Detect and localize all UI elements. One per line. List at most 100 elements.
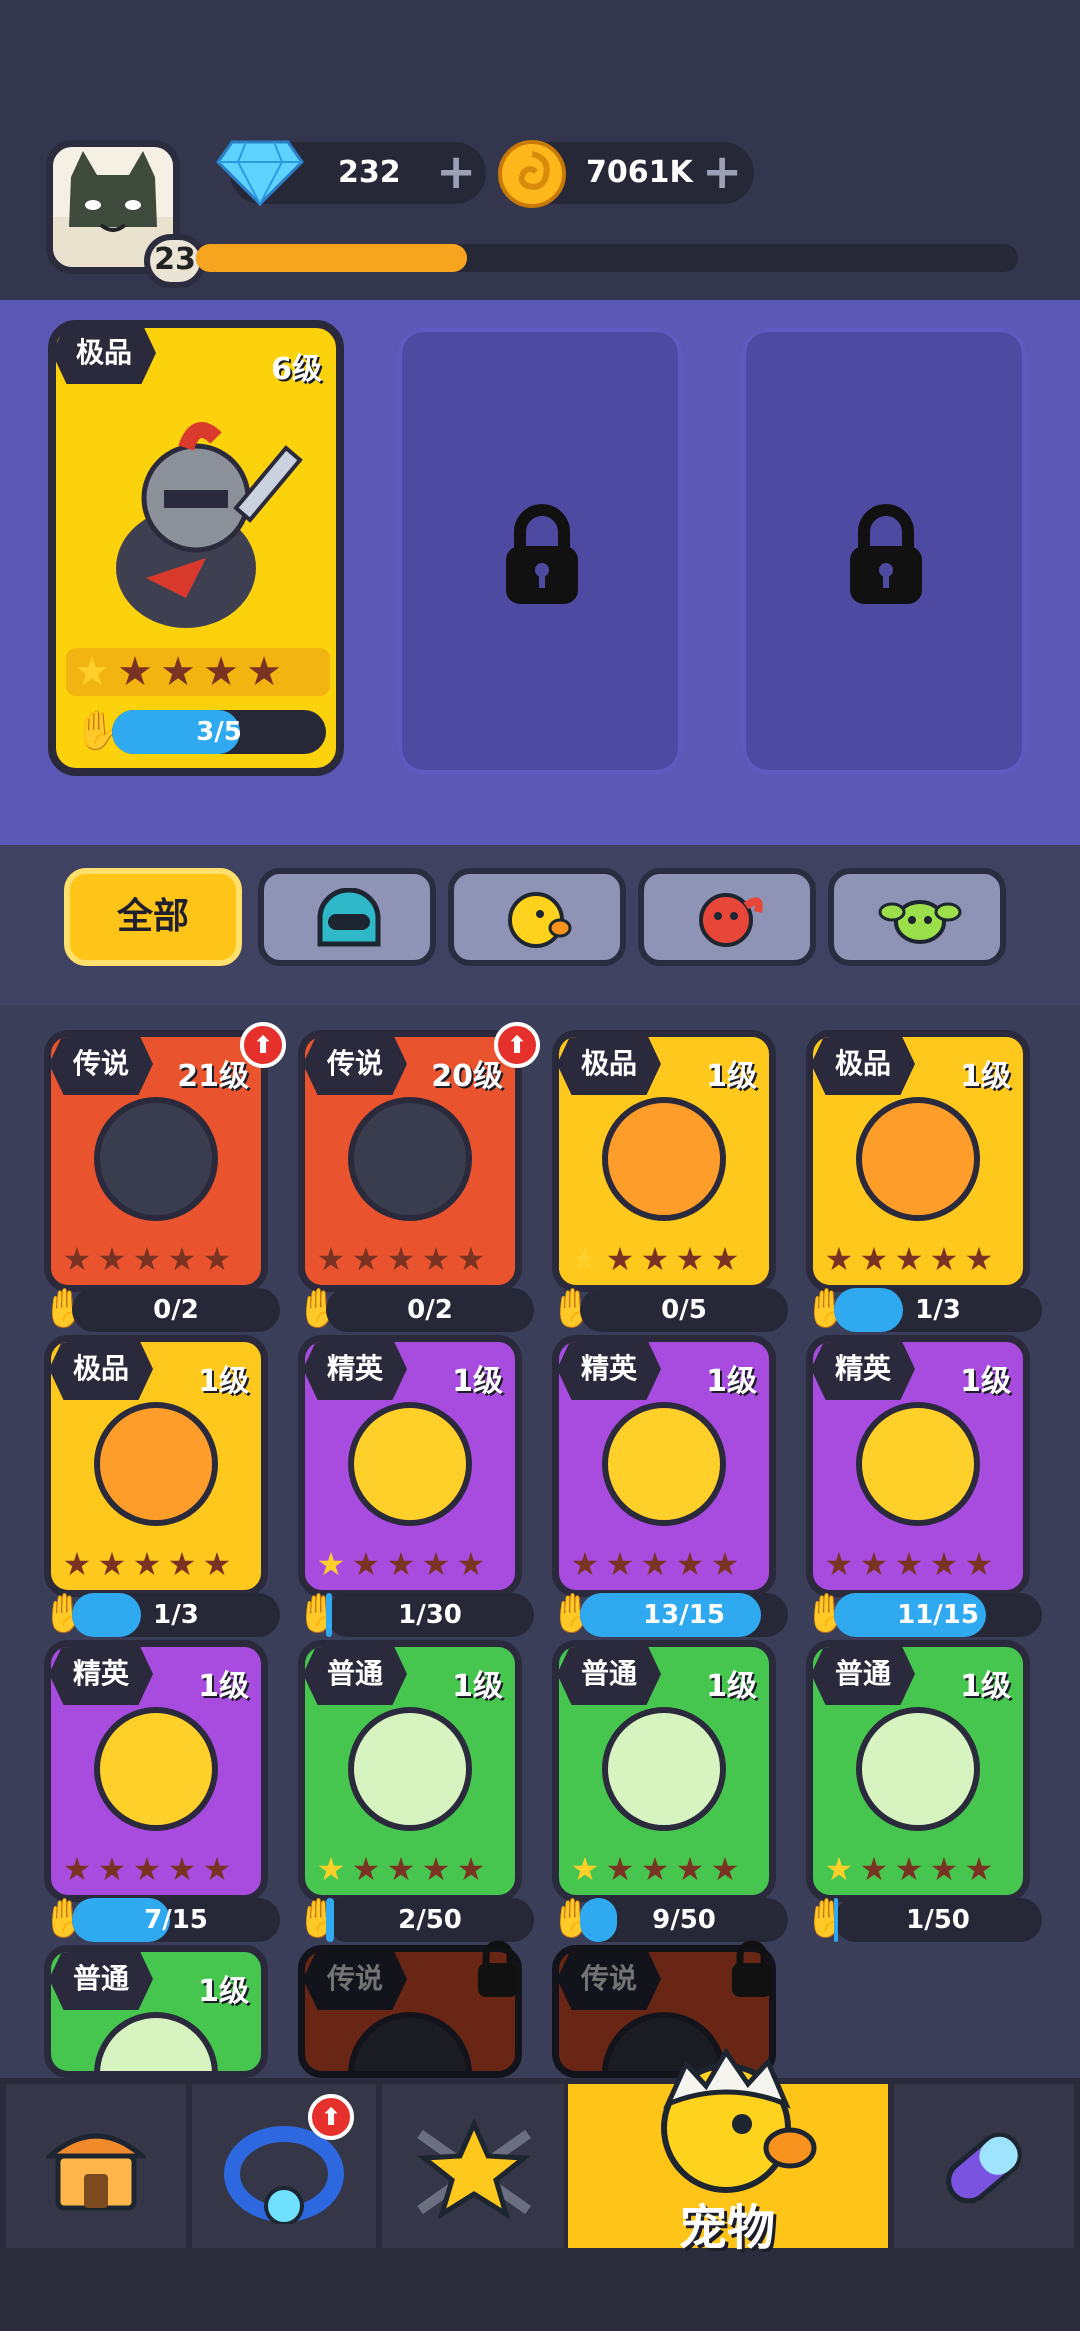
nav-shop[interactable] (6, 2084, 186, 2248)
star-icon: ★ (167, 1240, 197, 1278)
pet-level: 1级 (960, 1669, 1011, 1704)
star-rating: ★ ★ ★ ★ ★ (315, 1548, 505, 1582)
xp-progress-bar (196, 244, 1018, 272)
pet-card[interactable]: 普通 1级 ★ ★ ★ ★ ★ (298, 1640, 522, 1902)
star-icon: ★ (74, 649, 110, 695)
pet-card[interactable]: 极品 1级 ★ ★ ★ ★ ★ (552, 1030, 776, 1292)
star-icon: ★ (675, 1240, 705, 1278)
star-icon: ★ (97, 1545, 127, 1583)
shard-progress: 1/3 (72, 1593, 280, 1637)
star-icon: ★ (167, 1545, 197, 1583)
star-rating: ★ ★ ★ ★ ★ (569, 1548, 759, 1582)
pet-card[interactable]: 精英 1级 ★ ★ ★ ★ ★ (44, 1640, 268, 1902)
pet-level: 1级 (198, 1669, 249, 1704)
pet-portrait-icon (856, 1707, 980, 1831)
star-icon: ★ (202, 1850, 232, 1888)
team-slot-3-locked[interactable] (742, 328, 1026, 774)
star-icon: ★ (202, 1545, 232, 1583)
tab-chick-pets[interactable] (448, 868, 626, 966)
star-icon: ★ (929, 1545, 959, 1583)
pet-portrait-icon (94, 2012, 218, 2071)
star-rating: ★ ★ ★ ★ ★ (823, 1853, 1013, 1887)
helmet-icon (317, 888, 381, 947)
rank-badge: 极品 (813, 1037, 915, 1095)
star-icon: ★ (675, 1850, 705, 1888)
capsule-icon (946, 2132, 1022, 2204)
shard-progress-text: 1/30 (398, 1600, 462, 1630)
star-icon: ★ (640, 1545, 670, 1583)
pet-card[interactable]: 普通 1级 ★ ★ ★ ★ ★ (806, 1640, 1030, 1902)
star-rating: ★ ★ ★ ★ ★ (823, 1243, 1013, 1277)
star-icon: ★ (605, 1545, 635, 1583)
tab-red-pets[interactable] (638, 868, 816, 966)
rank-badge: 精英 (305, 1342, 407, 1400)
star-icon: ★ (386, 1850, 416, 1888)
pet-card[interactable]: 极品 1级 ★ ★ ★ ★ ★ (806, 1030, 1030, 1292)
rank-badge: 普通 (51, 1952, 153, 2010)
star-icon: ★ (456, 1240, 486, 1278)
knight-bird-icon (116, 422, 303, 628)
lock-icon (850, 504, 922, 604)
pet-level: 1级 (960, 1059, 1011, 1094)
rank-badge: 传说 (305, 1952, 407, 2010)
star-icon: ★ (316, 1850, 346, 1888)
pet-level: 1级 (706, 1669, 757, 1704)
gem-icon (216, 140, 304, 207)
green-sprout-icon (878, 900, 962, 944)
pet-portrait-icon (348, 1402, 472, 1526)
star-icon: ★ (167, 1850, 197, 1888)
shard-progress: 9/50 (580, 1898, 788, 1942)
star-icon: ★ (316, 1240, 346, 1278)
star-icon: ★ (824, 1850, 854, 1888)
tab-green-pets[interactable] (828, 868, 1006, 966)
star-icon: ★ (386, 1545, 416, 1583)
shard-progress-text: 0/2 (153, 1295, 199, 1325)
star-rating: ★ ★ ★ ★ ★ (61, 1243, 251, 1277)
pet-card[interactable]: 精英 1级 ★ ★ ★ ★ ★ (806, 1335, 1030, 1597)
team-slot-2-locked[interactable] (398, 328, 682, 774)
nav-equipment[interactable]: ⬆ (192, 2084, 376, 2248)
shard-progress-text: 11/15 (897, 1600, 979, 1630)
shard-progress-text: 3/5 (196, 717, 242, 747)
star-icon: ★ (570, 1545, 600, 1583)
star-icon: ★ (62, 1850, 92, 1888)
lock-icon (732, 1940, 772, 1997)
rank-badge: 精英 (51, 1647, 153, 1705)
pet-card[interactable]: 精英 1级 ★ ★ ★ ★ ★ (552, 1335, 776, 1597)
gem-amount: 232 (338, 155, 401, 190)
pet-card[interactable]: 普通 1级 (44, 1945, 268, 2078)
nav-battle[interactable] (382, 2084, 564, 2248)
shard-progress: 11/15 (834, 1593, 1042, 1637)
pet-card[interactable]: 传说 20级 ★ ★ ★ ★ ★ (298, 1030, 522, 1292)
add-gems-plus-icon[interactable]: + (436, 148, 476, 196)
pet-chick-icon (661, 2047, 817, 2193)
pet-card[interactable]: 精英 1级 ★ ★ ★ ★ ★ (298, 1335, 522, 1597)
star-icon: ★ (640, 1850, 670, 1888)
star-rating: ★ ★ ★ ★ ★ (569, 1243, 759, 1277)
star-rating: ★ ★ ★ ★ ★ (72, 652, 332, 692)
shard-progress-text: 0/5 (661, 1295, 707, 1325)
rank-badge: 普通 (813, 1647, 915, 1705)
tab-helmet-pets[interactable] (258, 868, 436, 966)
pet-portrait-icon (602, 1707, 726, 1831)
shard-progress-text: 2/50 (398, 1905, 462, 1935)
pet-card[interactable]: 普通 1级 ★ ★ ★ ★ ★ (552, 1640, 776, 1902)
shard-progress: 0/5 (580, 1288, 788, 1332)
star-icon: ★ (351, 1850, 381, 1888)
pet-card[interactable]: 传说 21级 ★ ★ ★ ★ ★ (44, 1030, 268, 1292)
rank-badge: 传说 (51, 1037, 153, 1095)
nav-items[interactable] (894, 2084, 1074, 2248)
pet-level: 6级 (271, 352, 322, 387)
add-coins-plus-icon[interactable]: + (702, 148, 742, 196)
star-icon: ★ (570, 1240, 600, 1278)
star-icon: ★ (203, 649, 239, 695)
rank-badge: 极品 (52, 322, 156, 384)
rank-badge: 普通 (559, 1647, 661, 1705)
star-icon: ★ (894, 1850, 924, 1888)
team-slot-1-card[interactable]: 极品 6级 ★ ★ ★ ★ ★ ✋ 3/5 (48, 320, 344, 776)
pet-portrait-icon (856, 1097, 980, 1221)
pet-card[interactable]: 极品 1级 ★ ★ ★ ★ ★ (44, 1335, 268, 1597)
tab-all[interactable]: 全部 (64, 868, 242, 966)
pet-level: 1级 (706, 1364, 757, 1399)
nav-pets-label: 宠物 (678, 2200, 775, 2256)
